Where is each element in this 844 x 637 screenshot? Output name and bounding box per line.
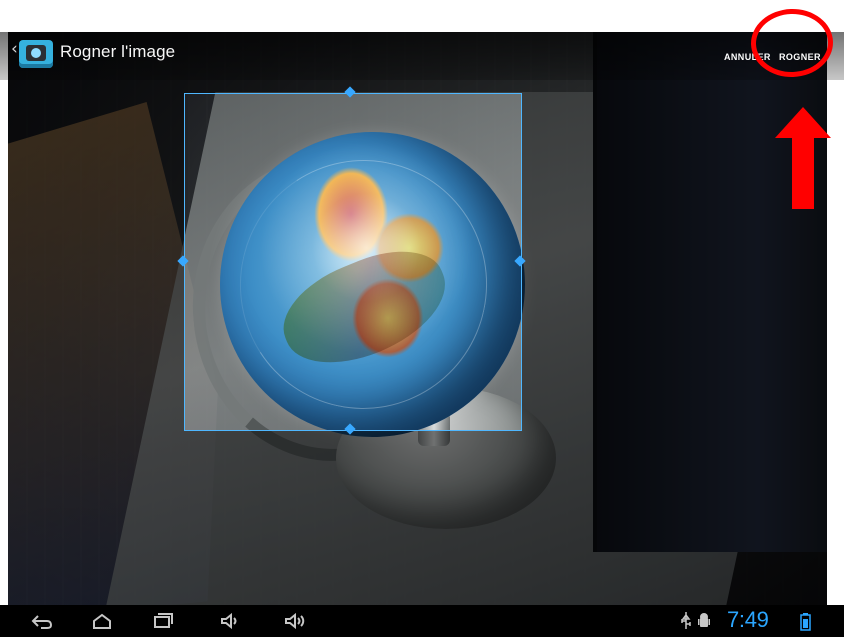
up-caret-icon[interactable]: ‹: [11, 41, 18, 58]
action-bar: ‹ Rogner l'image ANNULER ROGNER: [0, 32, 844, 80]
clock-time: 7:49: [727, 607, 769, 632]
recent-apps-icon[interactable]: [150, 612, 174, 630]
usb-icon: [681, 612, 691, 629]
volume-up-icon[interactable]: [283, 612, 307, 630]
camera-gallery-icon[interactable]: [19, 40, 53, 68]
crop-rectangle[interactable]: [184, 93, 522, 431]
battery-icon: [800, 613, 811, 631]
cropping-image-frame[interactable]: [8, 32, 827, 637]
home-icon[interactable]: [90, 612, 114, 630]
page-title: Rogner l'image: [60, 42, 176, 61]
android-debug-icon: [698, 613, 710, 627]
back-icon[interactable]: [30, 612, 54, 630]
red-up-arrow-icon: [775, 107, 831, 209]
system-navigation-bar: 7:49: [0, 605, 844, 637]
volume-down-icon[interactable]: [219, 612, 243, 630]
